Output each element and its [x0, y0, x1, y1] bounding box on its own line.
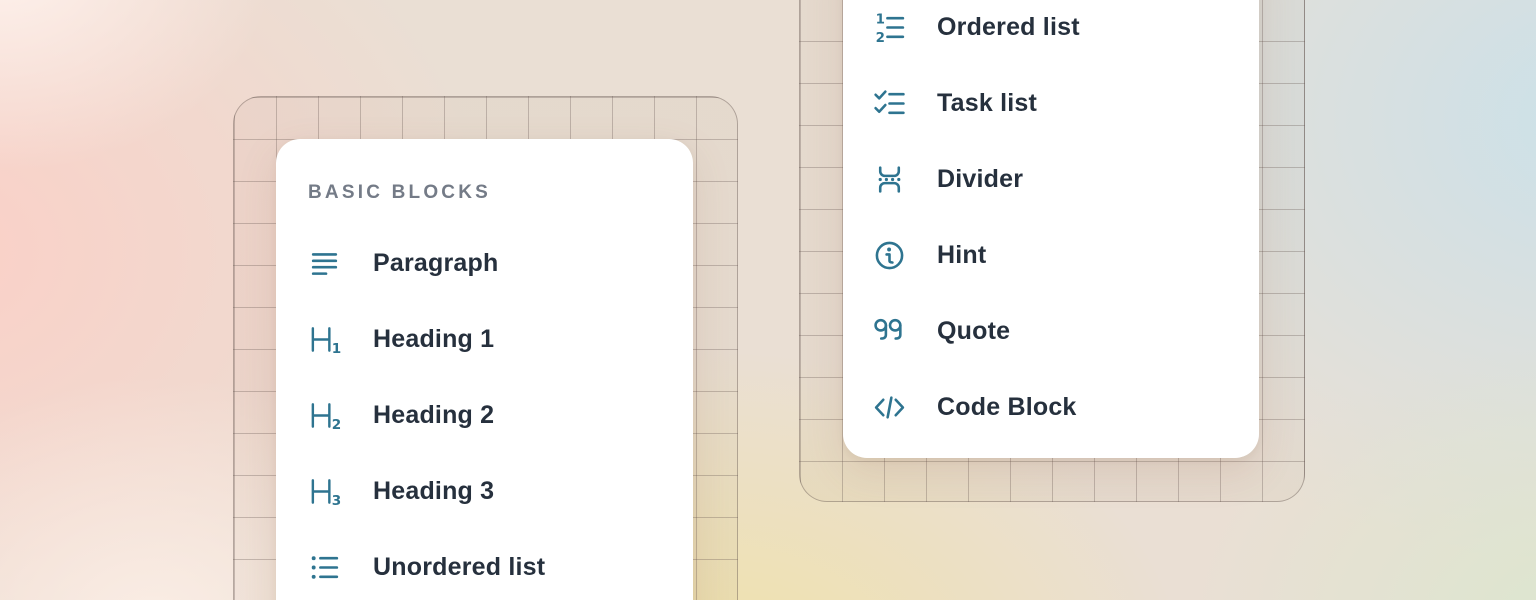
heading-1-icon: 1	[308, 323, 341, 356]
heading-2-icon: 2	[308, 399, 341, 432]
menu-item-label: Quote	[937, 317, 1010, 346]
blocks-menu-list-right: 12Ordered listTask listDividerHintQuoteC…	[843, 0, 1259, 445]
menu-item-label: Task list	[937, 89, 1037, 118]
menu-item-label: Divider	[937, 165, 1023, 194]
menu-item-heading-3[interactable]: 3 Heading 3	[276, 453, 693, 529]
menu-item-paragraph[interactable]: Paragraph	[276, 225, 693, 301]
task-list-icon	[873, 87, 906, 120]
divider-icon	[873, 163, 906, 196]
ordered-list-icon: 12	[873, 11, 906, 44]
svg-text:1: 1	[876, 12, 885, 27]
svg-text:2: 2	[876, 30, 885, 43]
menu-item-quote[interactable]: Quote	[843, 293, 1259, 369]
heading-3-icon: 3	[308, 475, 341, 508]
menu-item-label: Ordered list	[937, 13, 1080, 42]
menu-item-task-list[interactable]: Task list	[843, 65, 1259, 141]
menu-item-label: Code Block	[937, 393, 1077, 422]
menu-item-label: Heading 1	[373, 325, 494, 354]
menu-item-unordered-list[interactable]: Unordered list	[276, 529, 693, 600]
menu-item-ordered-list[interactable]: 12Ordered list	[843, 0, 1259, 65]
svg-text:1: 1	[332, 341, 341, 356]
section-label-basic-blocks: BASIC BLOCKS	[308, 179, 661, 207]
basic-blocks-menu-card: BASIC BLOCKS Paragraph 1 Heading 1 2 Heading…	[276, 139, 693, 600]
code-block-icon	[873, 391, 906, 424]
menu-item-heading-1[interactable]: 1 Heading 1	[276, 301, 693, 377]
hint-icon	[873, 239, 906, 272]
menu-item-label: Unordered list	[373, 553, 545, 582]
menu-item-hint[interactable]: Hint	[843, 217, 1259, 293]
svg-text:3: 3	[332, 493, 341, 508]
basic-blocks-menu-list: Paragraph 1 Heading 1 2 Heading 2 3 Heading 3 U…	[276, 225, 693, 600]
menu-item-label: Hint	[937, 241, 986, 270]
unordered-list-icon	[308, 551, 341, 584]
menu-item-label: Heading 3	[373, 477, 494, 506]
menu-item-code-block[interactable]: Code Block	[843, 369, 1259, 445]
menu-item-label: Heading 2	[373, 401, 494, 430]
menu-item-heading-2[interactable]: 2 Heading 2	[276, 377, 693, 453]
blocks-menu-card-right: 12Ordered listTask listDividerHintQuoteC…	[843, 0, 1259, 458]
menu-item-label: Paragraph	[373, 249, 498, 278]
page-background: BASIC BLOCKS Paragraph 1 Heading 1 2 Heading…	[0, 0, 1536, 600]
menu-item-divider[interactable]: Divider	[843, 141, 1259, 217]
svg-text:2: 2	[332, 417, 341, 432]
paragraph-icon	[308, 247, 341, 280]
quote-icon	[873, 315, 906, 348]
